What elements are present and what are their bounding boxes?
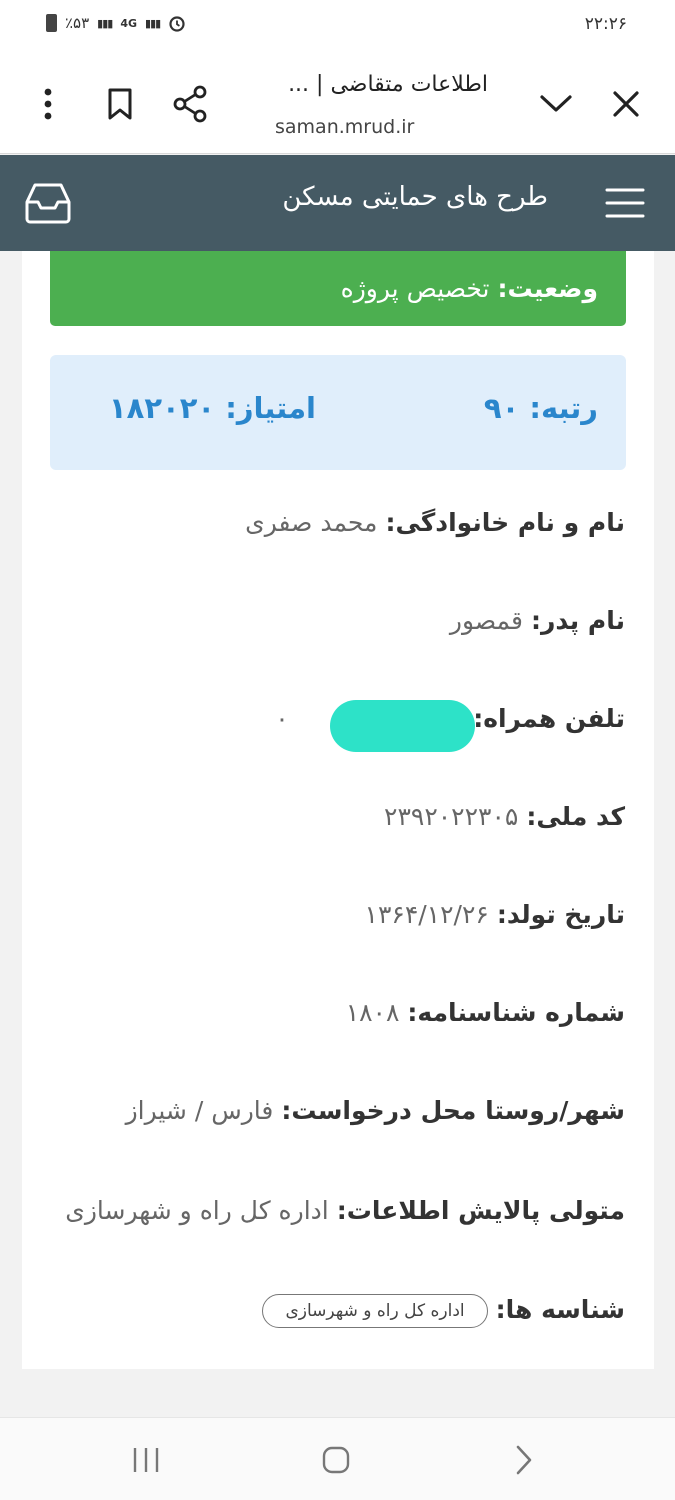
status-banner: وضعیت: تخصیص پروژه: [50, 251, 626, 326]
field-label: نام پدر:: [530, 606, 625, 635]
ranking-box: رتبه: ۹۰ امتیاز: ۱۸۲۰۲۰: [50, 355, 626, 470]
field-label: شماره شناسنامه:: [407, 998, 625, 1027]
field-value: محمد صفری: [245, 508, 378, 537]
inbox-icon[interactable]: [22, 179, 74, 227]
field-label: تلفن همراه:: [473, 704, 625, 733]
recents-icon[interactable]: [118, 1438, 174, 1482]
status-bar: ٪۵۳ ▮▮▮ 4G ▮▮▮ ۲۲:۲۶: [0, 0, 675, 52]
field-value: ۱۸۰۸: [345, 998, 400, 1027]
status-value: تخصیص پروژه: [340, 274, 490, 303]
menu-icon[interactable]: [600, 183, 650, 223]
field-custodian: متولی پالایش اطلاعات:اداره کل راه و شهرس…: [65, 1196, 625, 1225]
back-icon[interactable]: [496, 1438, 552, 1482]
chevron-down-icon[interactable]: [536, 82, 576, 126]
field-value: ۱۳۶۴/۱۲/۲۶: [364, 900, 489, 929]
field-value: قمصور: [449, 606, 523, 635]
field-city: شهر/روستا محل درخواست:فارس / شیراز: [65, 1096, 625, 1125]
field-id-number: شماره شناسنامه:۱۸۰۸: [65, 998, 625, 1027]
network-type: 4G: [120, 16, 138, 30]
app-title: طرح های حمایتی مسکن: [282, 182, 548, 212]
score-value: ۱۸۲۰۲۰: [108, 391, 216, 425]
field-label: شهر/روستا محل درخواست:: [281, 1096, 625, 1125]
bookmark-icon[interactable]: [100, 82, 140, 126]
clock: ۲۲:۲۶: [584, 14, 627, 34]
field-label: متولی پالایش اطلاعات:: [336, 1196, 625, 1225]
field-label: تاریخ تولد:: [496, 900, 625, 929]
signal-icon: ▮▮▮: [145, 16, 161, 30]
battery-icon: [46, 14, 57, 32]
field-value: ۲۳۹۲۰۲۲۳۰۵: [384, 802, 519, 831]
more-vert-icon[interactable]: [28, 82, 68, 126]
field-father: نام پدر:قمصور: [65, 606, 625, 635]
alarm-icon: [169, 16, 185, 32]
url-text[interactable]: saman.mrud.ir: [275, 116, 414, 138]
home-icon[interactable]: [308, 1438, 364, 1482]
page-title: اطلاعات متقاضی | ...: [288, 72, 488, 97]
tag-chip[interactable]: اداره کل راه و شهرسازی: [262, 1294, 488, 1328]
field-value: فارس / شیراز: [125, 1096, 274, 1125]
close-icon[interactable]: [604, 82, 648, 126]
field-tags: شناسه ها:اداره کل راه و شهرسازی: [65, 1294, 625, 1328]
battery-percent: ٪۵۳: [65, 14, 90, 32]
field-label: کد ملی:: [526, 802, 625, 831]
field-label: نام و نام خانوادگی:: [385, 508, 625, 537]
status-label: وضعیت:: [497, 274, 598, 303]
field-label: شناسه ها:: [495, 1295, 625, 1324]
field-national-id: کد ملی:۲۳۹۲۰۲۲۳۰۵: [65, 802, 625, 831]
field-name: نام و نام خانوادگی:محمد صفری: [65, 508, 625, 537]
browser-toolbar: اطلاعات متقاضی | ... saman.mrud.ir: [0, 52, 675, 154]
rank-value: ۹۰: [483, 391, 520, 425]
rank-label: رتبه:: [529, 391, 598, 425]
status-icons: ٪۵۳ ▮▮▮ 4G ▮▮▮: [46, 14, 186, 32]
redaction-mark: [330, 700, 475, 752]
field-birth-date: تاریخ تولد:۱۳۶۴/۱۲/۲۶: [65, 900, 625, 929]
signal-icon: ▮▮▮: [97, 16, 113, 30]
share-icon[interactable]: [168, 82, 212, 126]
rank: رتبه: ۹۰: [484, 391, 598, 425]
score-label: امتیاز:: [225, 391, 316, 425]
system-nav-bar: [0, 1417, 675, 1500]
app-header: طرح های حمایتی مسکن: [0, 155, 675, 251]
field-value: اداره کل راه و شهرسازی: [65, 1196, 329, 1225]
score: امتیاز: ۱۸۲۰۲۰: [109, 391, 316, 425]
